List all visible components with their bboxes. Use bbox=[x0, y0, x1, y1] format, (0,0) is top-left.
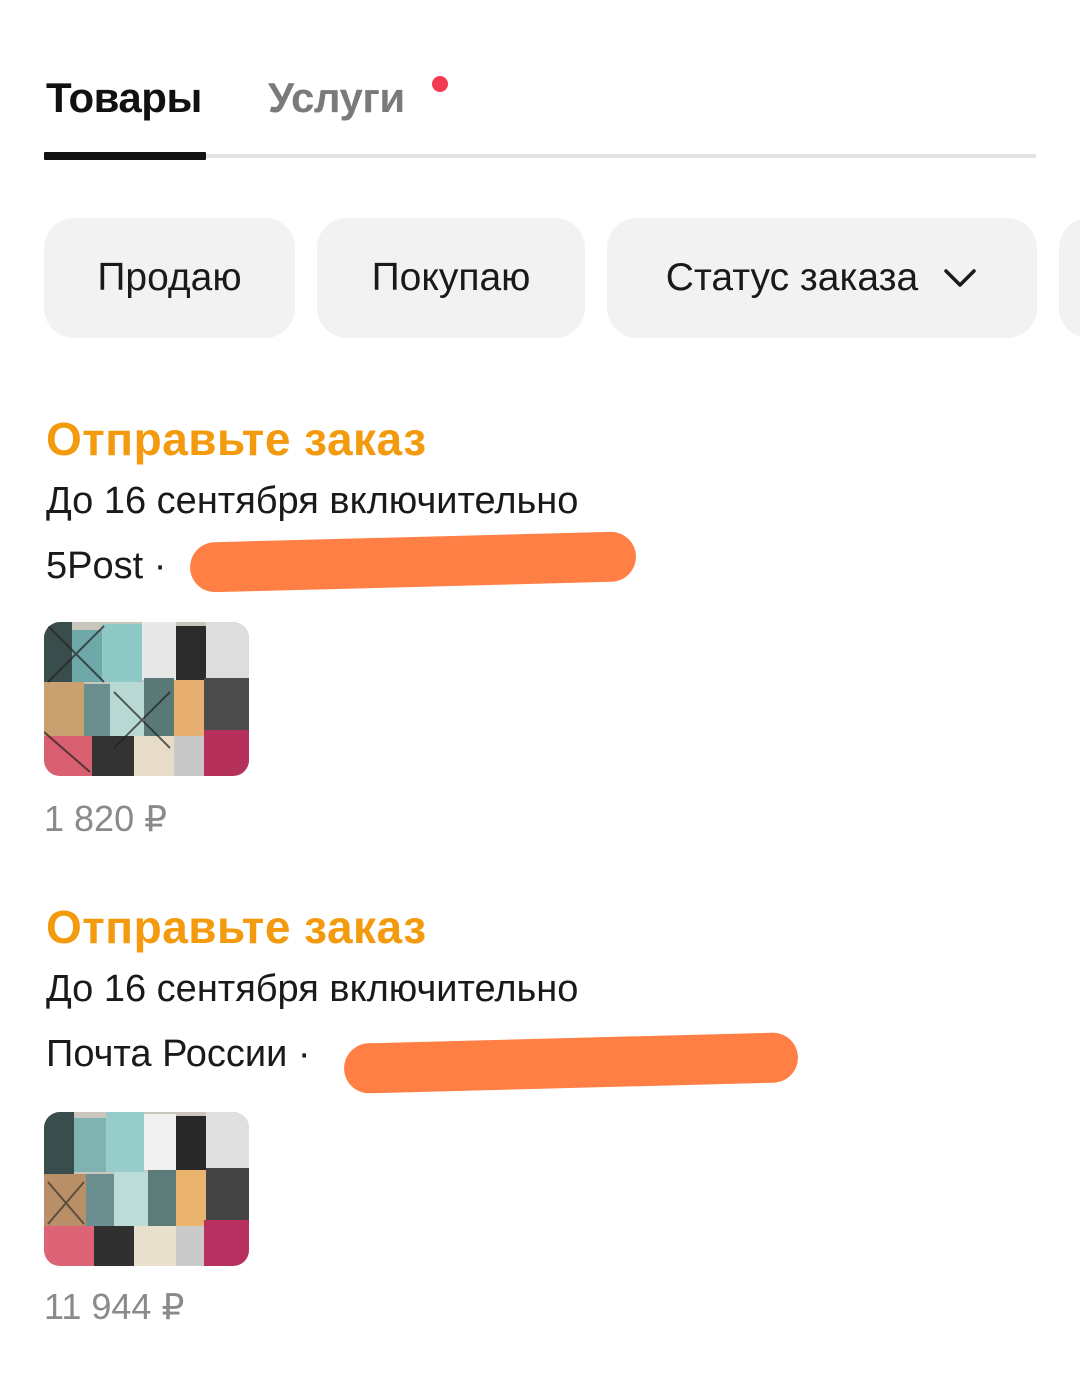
filter-status-dropdown[interactable]: Статус заказа bbox=[607, 218, 1037, 338]
order-price: 11 944 ₽ bbox=[44, 1286, 185, 1327]
order-status-title: Отправьте заказ bbox=[46, 413, 427, 465]
tab-active-indicator bbox=[44, 152, 206, 160]
chevron-down-icon bbox=[944, 269, 976, 287]
redacted-address bbox=[343, 1032, 799, 1094]
notification-dot-icon bbox=[432, 76, 448, 92]
filter-buying-chip[interactable]: Покупаю bbox=[317, 218, 585, 338]
delivery-carrier: 5Post bbox=[46, 545, 144, 587]
tab-services[interactable]: Услуги bbox=[268, 74, 405, 122]
segment-tabs: Товары Услуги bbox=[44, 60, 1036, 160]
filter-chips: Продаю Покупаю Статус заказа bbox=[44, 218, 1080, 338]
product-photo bbox=[44, 622, 249, 776]
redacted-address bbox=[189, 531, 637, 593]
order-delivery: 5Post · bbox=[46, 545, 166, 588]
order-price: 1 820 ₽ bbox=[44, 798, 167, 839]
filter-more-chip[interactable] bbox=[1059, 218, 1080, 338]
filter-status-label: Статус заказа bbox=[665, 256, 919, 299]
delivery-carrier: Почта России bbox=[46, 1033, 288, 1075]
order-card[interactable]: Отправьте заказ До 16 сентября включител… bbox=[44, 412, 1044, 852]
order-delivery: Почта России · bbox=[46, 1033, 311, 1076]
delivery-separator: · bbox=[153, 545, 167, 587]
tab-goods[interactable]: Товары bbox=[46, 74, 202, 122]
product-thumbnail[interactable] bbox=[44, 622, 249, 776]
order-status-title: Отправьте заказ bbox=[46, 901, 427, 953]
order-deadline: До 16 сентября включительно bbox=[46, 968, 579, 1010]
filter-selling-label: Продаю bbox=[97, 256, 242, 299]
product-photo bbox=[44, 1112, 249, 1266]
filter-buying-label: Покупаю bbox=[371, 256, 531, 299]
delivery-separator: · bbox=[297, 1033, 311, 1075]
product-thumbnail[interactable] bbox=[44, 1112, 249, 1266]
order-card[interactable]: Отправьте заказ До 16 сентября включител… bbox=[44, 900, 1044, 1340]
order-deadline: До 16 сентября включительно bbox=[46, 480, 579, 522]
filter-selling-chip[interactable]: Продаю bbox=[44, 218, 295, 338]
